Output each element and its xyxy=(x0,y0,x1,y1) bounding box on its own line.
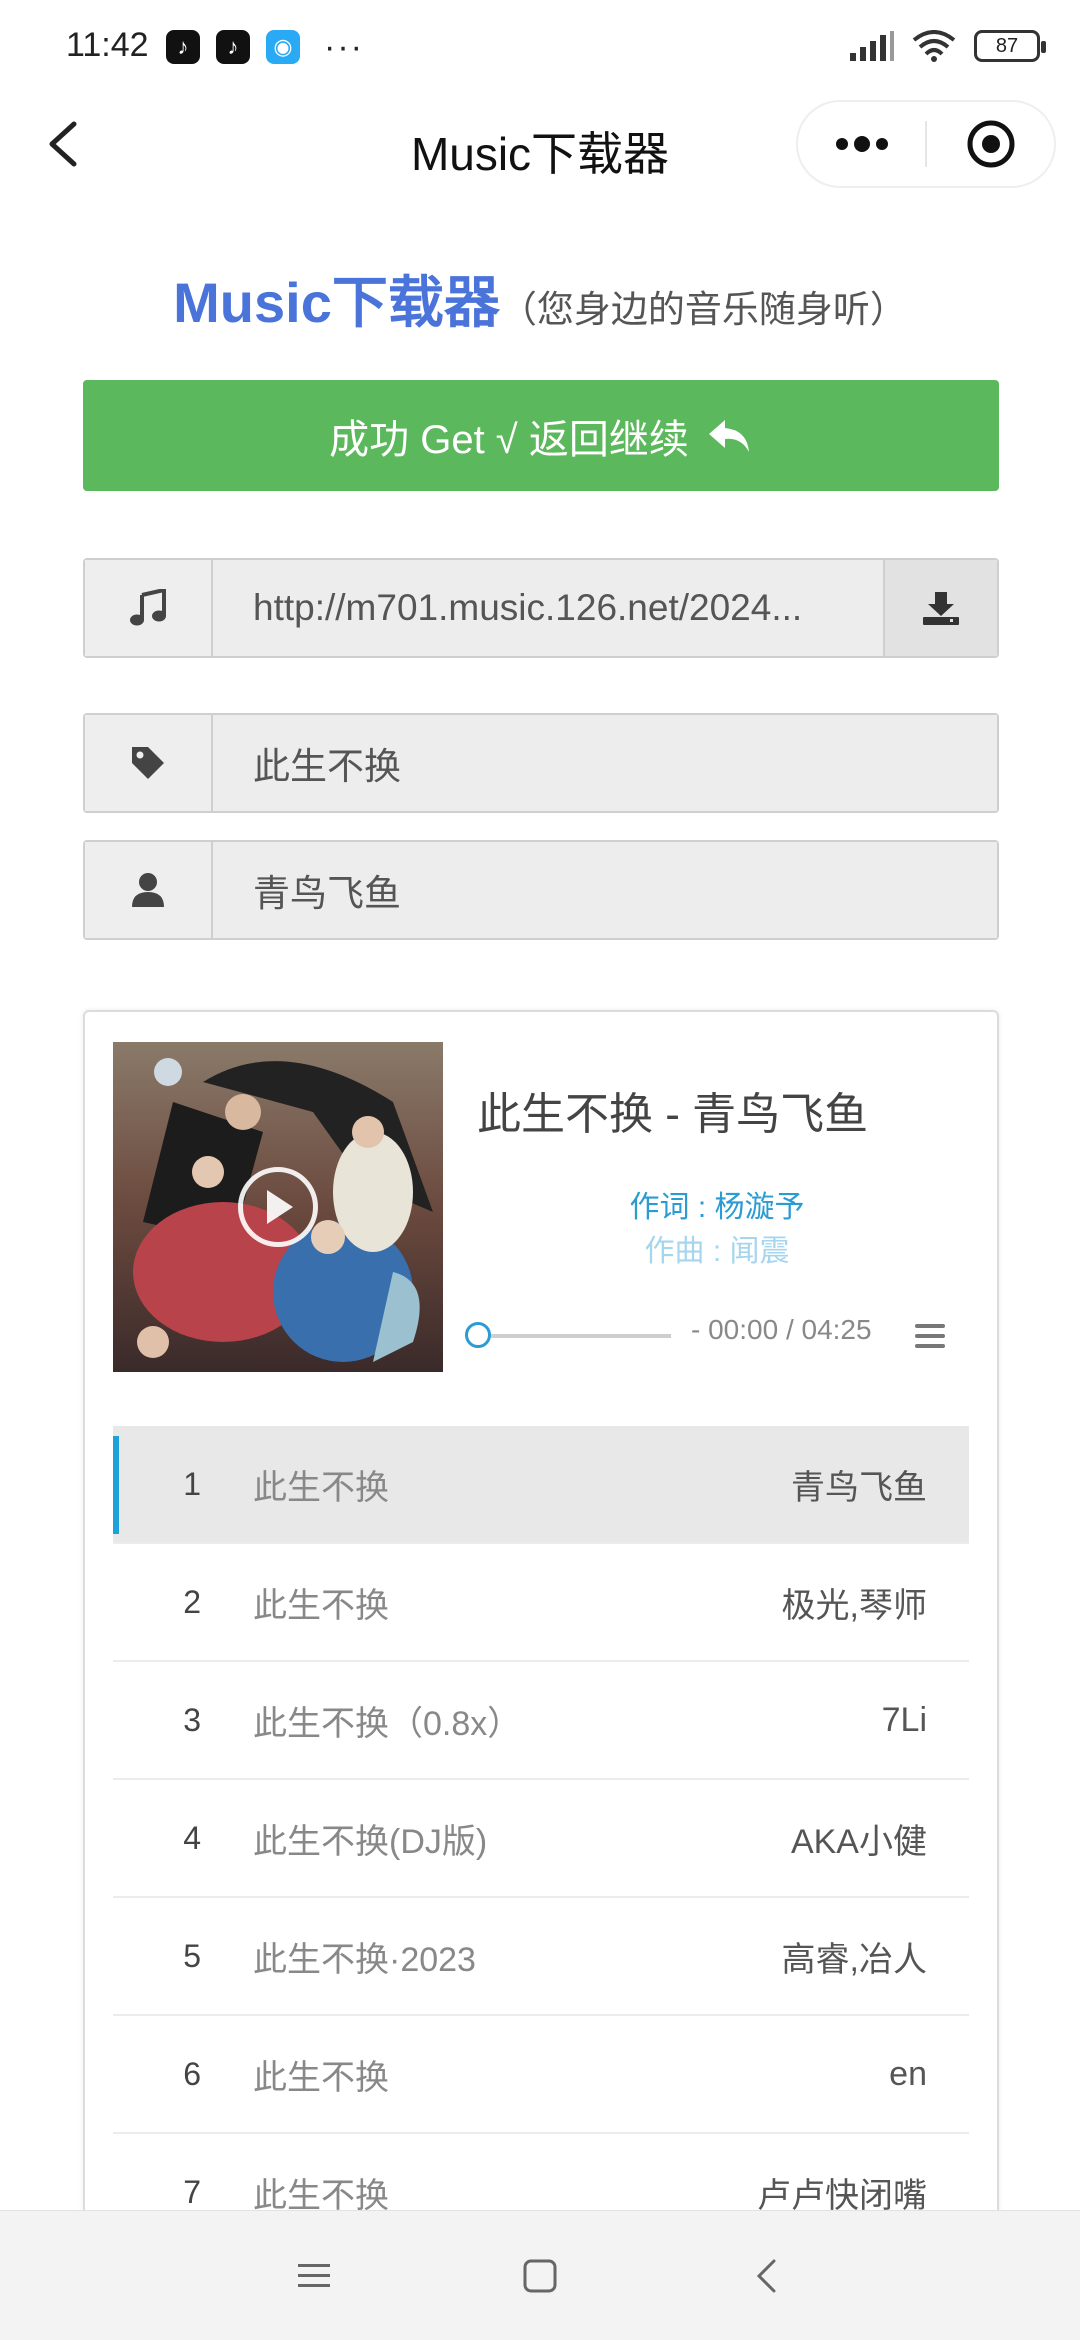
back-button[interactable] xyxy=(653,2211,879,2340)
home-square-icon xyxy=(523,2259,557,2292)
battery-icon: 87 xyxy=(974,30,1046,62)
playlist-row-title: 此生不换 xyxy=(253,2058,389,2097)
player-song-title: 此生不换 - 青鸟飞鱼 xyxy=(477,1090,869,1139)
playlist-row-artist: 青鸟飞鱼 xyxy=(791,1468,927,1507)
artist-input-group: 青鸟飞鱼 xyxy=(83,840,999,940)
tiktok-icon: ♪ xyxy=(216,30,250,64)
lyric-line-next: 作曲 : 闻震 xyxy=(644,1235,790,1268)
playlist: 1 此生不换 青鸟飞鱼 2 此生不换 极光,琴师 3 此生不换（0.8x） 7Li 4 此生不换(D… xyxy=(113,1426,969,2252)
playlist-row[interactable]: 2 此生不换 极光,琴师 xyxy=(113,1544,969,1662)
playlist-row-artist: 极光,琴师 xyxy=(781,1586,927,1625)
song-name-field[interactable]: 此生不换 xyxy=(213,715,997,811)
home-button[interactable] xyxy=(427,2211,653,2340)
status-app-icons: ♪ ♪ ◉ ··· xyxy=(166,30,364,64)
playlist-row-title: 此生不换·2023 xyxy=(253,1940,476,1979)
system-nav-bar xyxy=(0,2210,1080,2340)
playlist-row-number: 4 xyxy=(183,1819,201,1856)
tiktok-icon: ♪ xyxy=(166,30,200,64)
playlist-row-number: 5 xyxy=(183,1937,201,1974)
playlist-row[interactable]: 1 此生不换 青鸟飞鱼 xyxy=(113,1426,969,1544)
menu-icon xyxy=(298,2263,330,2287)
progress-bar[interactable] xyxy=(491,1334,671,1338)
url-field[interactable]: http://m701.music.126.net/2024... xyxy=(213,560,883,656)
lyric-line-current: 作词 : 杨漩予 xyxy=(629,1191,805,1224)
url-input-group: http://m701.music.126.net/2024... xyxy=(83,558,999,658)
nav-bar: Music下载器 xyxy=(0,96,1080,192)
success-button-label: 成功 Get √ 返回继续 xyxy=(329,417,689,462)
playlist-row[interactable]: 4 此生不换(DJ版) AKA小健 xyxy=(113,1780,969,1898)
brand-title: Music下载器 xyxy=(173,271,500,334)
playlist-row-artist: en xyxy=(889,2054,927,2093)
back-chevron-icon xyxy=(756,2259,776,2292)
signal-icon xyxy=(850,31,894,61)
app-header: Music下载器（您身边的音乐随身听） xyxy=(0,258,1080,339)
music-note-icon xyxy=(130,589,166,626)
brand-subtitle: （您身边的音乐随身听） xyxy=(499,289,907,330)
playlist-row-number: 2 xyxy=(183,1583,201,1620)
status-bar: 11:42 ♪ ♪ ◉ ··· 87 xyxy=(0,0,1080,96)
app-icon: ◉ xyxy=(266,30,300,64)
more-dots-icon xyxy=(835,136,888,152)
status-indicators: 87 xyxy=(850,30,1046,62)
tag-icon xyxy=(132,747,164,779)
success-return-button[interactable]: 成功 Get √ 返回继续 xyxy=(83,380,999,491)
playlist-row-artist: 7Li xyxy=(881,1700,927,1739)
time-display: - 00:00 / 04:25 xyxy=(691,1314,872,1345)
playlist-row[interactable]: 3 此生不换（0.8x） 7Li xyxy=(113,1662,969,1780)
playlist-row-title: 此生不换(DJ版) xyxy=(253,1822,488,1861)
playlist-row-number: 3 xyxy=(183,1701,201,1738)
playlist-row[interactable]: 5 此生不换·2023 高睿,冶人 xyxy=(113,1898,969,2016)
wifi-icon xyxy=(912,30,956,62)
playlist-row-number: 7 xyxy=(183,2173,201,2210)
artist-value: 青鸟飞鱼 xyxy=(253,873,401,914)
playlist-row-title: 此生不换 xyxy=(253,1468,389,1507)
more-button[interactable] xyxy=(798,102,925,186)
play-icon xyxy=(267,1190,293,1224)
album-cover[interactable] xyxy=(113,1042,443,1372)
playlist-row-number: 6 xyxy=(183,2055,201,2092)
artist-field[interactable]: 青鸟飞鱼 xyxy=(213,842,997,938)
playlist-row-title: 此生不换（0.8x） xyxy=(253,1704,522,1743)
mini-program-capsule xyxy=(796,100,1056,188)
status-time: 11:42 xyxy=(66,26,149,64)
playlist-row[interactable]: 6 此生不换 en xyxy=(113,2016,969,2134)
playlist-row-artist: AKA小健 xyxy=(790,1822,927,1861)
battery-level: 87 xyxy=(995,34,1019,57)
tag-addon xyxy=(85,715,213,811)
target-circle-icon xyxy=(967,120,1014,168)
close-button[interactable] xyxy=(927,102,1054,186)
reply-arrow-icon xyxy=(708,419,749,452)
download-icon xyxy=(923,592,959,625)
url-value: http://m701.music.126.net/2024... xyxy=(253,587,803,628)
user-icon xyxy=(132,873,164,907)
song-name-value: 此生不换 xyxy=(253,746,401,787)
music-addon xyxy=(85,560,213,656)
playlist-row-number: 1 xyxy=(183,1465,201,1502)
song-name-input-group: 此生不换 xyxy=(83,713,999,813)
music-player: 此生不换 - 青鸟飞鱼 作词 : 杨漩予 作曲 : 闻震 - 00:00 / 0… xyxy=(83,1010,999,2340)
progress-handle[interactable] xyxy=(465,1322,491,1348)
play-button[interactable] xyxy=(238,1167,318,1247)
playlist-row-title: 此生不换 xyxy=(253,1586,389,1625)
menu-button[interactable] xyxy=(201,2211,427,2340)
user-addon xyxy=(85,842,213,938)
download-button[interactable] xyxy=(883,560,997,656)
playlist-row-artist: 高睿,冶人 xyxy=(781,1940,927,1979)
status-more-icon: ··· xyxy=(324,28,364,66)
list-icon[interactable] xyxy=(915,1324,945,1354)
